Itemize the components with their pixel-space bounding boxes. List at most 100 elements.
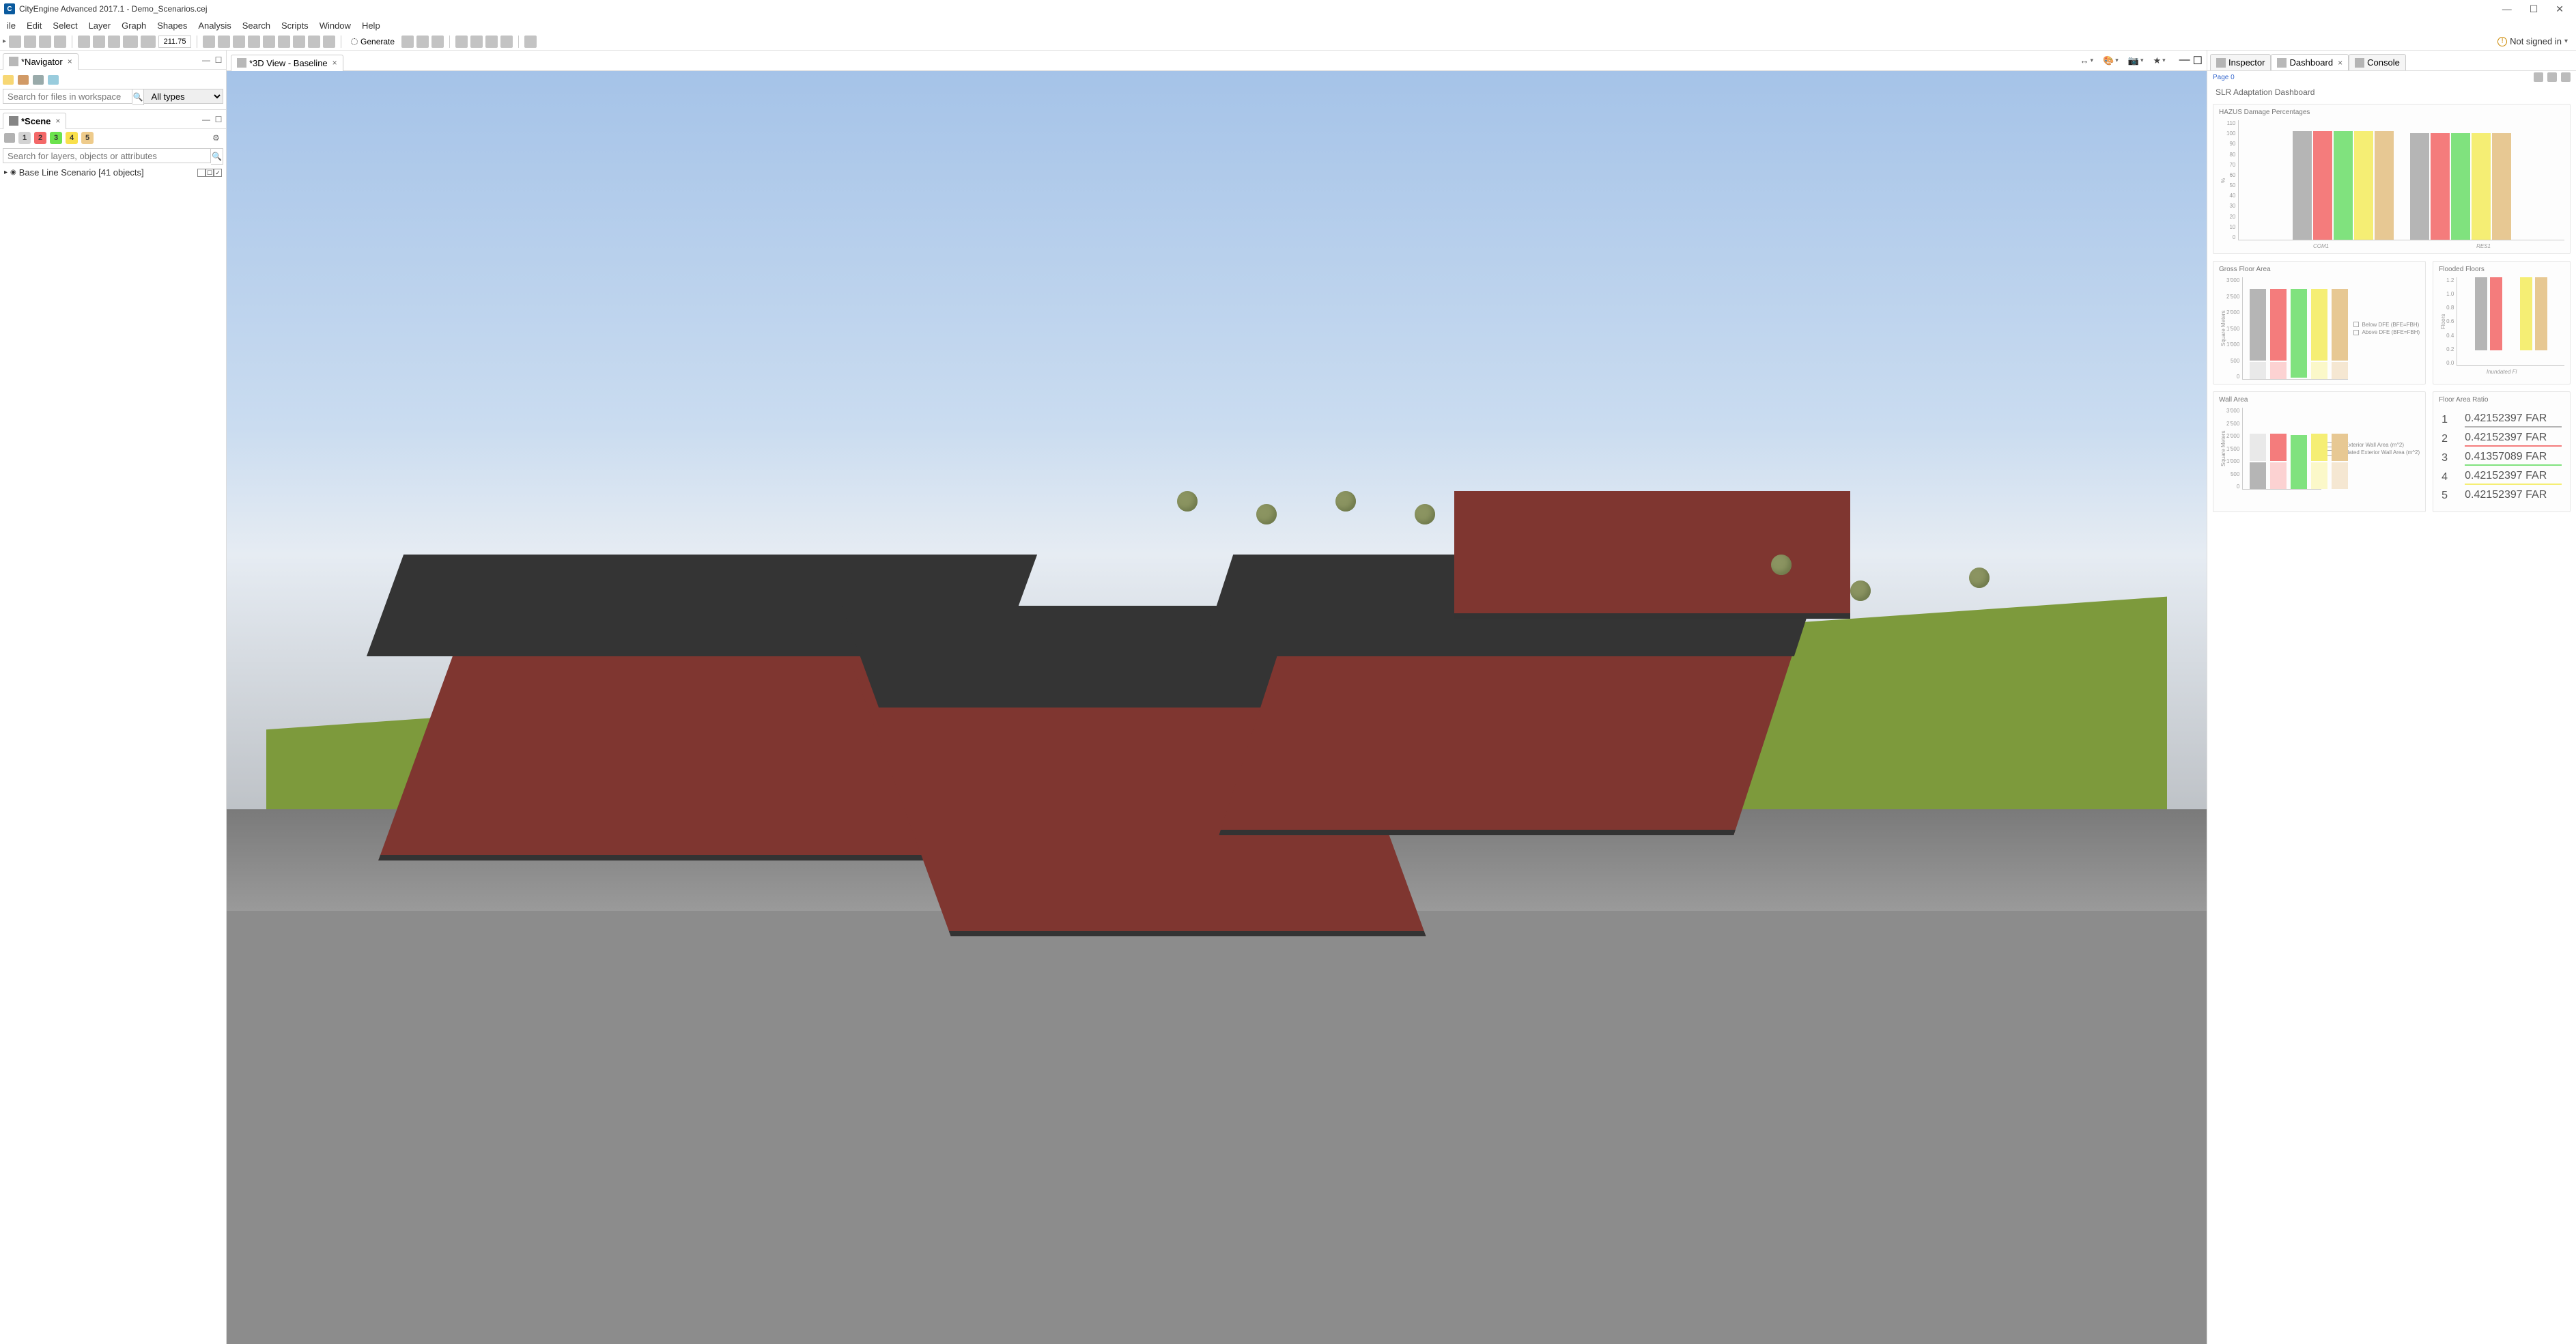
dashboard-config-icon[interactable] xyxy=(2534,72,2543,82)
chart-icon xyxy=(2277,58,2287,68)
close-icon[interactable]: × xyxy=(55,116,60,126)
scenario-2-badge[interactable]: 2 xyxy=(34,132,46,144)
lock-check[interactable]: ☐ xyxy=(206,169,214,177)
navigator-tab[interactable]: *Navigator × xyxy=(3,53,79,70)
menu-window[interactable]: Window xyxy=(314,19,356,32)
tool-snap-icon[interactable] xyxy=(123,36,138,48)
menu-file[interactable]: ile xyxy=(1,19,21,32)
minimize-button[interactable]: — xyxy=(2502,3,2512,15)
gfa-chart-card: Gross Floor Area Square Meters 3'0002'50… xyxy=(2213,261,2426,384)
expand-icon[interactable]: ▸ xyxy=(4,169,8,176)
view3d-header: *3D View - Baseline × ↔▾ 🎨▾ 📷▾ ★▾ — ☐ xyxy=(227,51,2207,71)
tool-edit-icon[interactable] xyxy=(278,36,290,48)
maximize-pane-icon[interactable]: ☐ xyxy=(214,55,223,65)
tool-export-icon[interactable] xyxy=(524,36,537,48)
scenario-4-badge[interactable]: 4 xyxy=(66,132,78,144)
scene-tree-item[interactable]: ▸ ◉ Base Line Scenario [41 objects] ☐ ✓ xyxy=(0,166,226,179)
bookmark-dropdown[interactable]: ★▾ xyxy=(2150,54,2168,68)
tool-merge-icon[interactable] xyxy=(308,36,320,48)
tool-view1-icon[interactable] xyxy=(455,36,468,48)
scenario-5-badge[interactable]: 5 xyxy=(81,132,94,144)
minimize-pane-icon[interactable]: — xyxy=(201,115,211,124)
view3d-tab[interactable]: *3D View - Baseline × xyxy=(231,55,343,71)
maximize-button[interactable]: ☐ xyxy=(2530,3,2538,15)
chart-title: HAZUS Damage Percentages xyxy=(2219,109,2564,116)
gear-icon[interactable]: ⚙ xyxy=(212,133,222,143)
tool-pause-icon[interactable] xyxy=(416,36,429,48)
menu-analysis[interactable]: Analysis xyxy=(193,19,236,32)
tool-scale-icon[interactable] xyxy=(54,36,66,48)
close-icon[interactable]: × xyxy=(2338,58,2343,68)
tool-view2-icon[interactable] xyxy=(470,36,483,48)
menu-search[interactable]: Search xyxy=(237,19,276,32)
visibility-check[interactable] xyxy=(197,169,206,177)
navigator-search-input[interactable] xyxy=(3,89,132,104)
inspector-tab[interactable]: Inspector xyxy=(2210,54,2271,70)
menu-help[interactable]: Help xyxy=(356,19,386,32)
scenario-1-badge[interactable]: 1 xyxy=(18,132,31,144)
close-icon[interactable]: × xyxy=(68,57,72,66)
camera-dropdown[interactable]: 📷▾ xyxy=(2125,54,2147,68)
minimize-pane-icon[interactable]: — xyxy=(201,55,211,65)
far-card: Floor Area Ratio 10.42152397 FAR 20.4215… xyxy=(2433,391,2571,512)
menu-graph[interactable]: Graph xyxy=(116,19,152,32)
scene-tab[interactable]: *Scene × xyxy=(3,113,66,129)
search-icon[interactable]: 🔍 xyxy=(132,89,144,105)
search-icon[interactable]: 🔍 xyxy=(211,148,223,165)
tool-circle-icon[interactable] xyxy=(263,36,275,48)
generate-button[interactable]: Generate xyxy=(347,36,399,48)
scene-header: *Scene × — ☐ xyxy=(0,110,226,129)
dashboard-refresh-icon[interactable] xyxy=(2547,72,2557,82)
minimize-pane-icon[interactable]: — xyxy=(2179,54,2190,68)
tool-move-icon[interactable] xyxy=(24,36,36,48)
navigator-filter-select[interactable]: All types xyxy=(143,89,223,104)
close-icon[interactable]: × xyxy=(332,58,337,68)
maximize-pane-icon[interactable]: ☐ xyxy=(2193,54,2203,68)
share-dropdown[interactable]: ↔▾ xyxy=(2078,54,2097,67)
tool-rect-icon[interactable] xyxy=(248,36,260,48)
tool-play-icon[interactable] xyxy=(401,36,414,48)
workspace: *Navigator × — ☐ 🔍 All types xyxy=(0,51,2576,1344)
right-panel: Inspector Dashboard × Console Page 0 SLR… xyxy=(2207,51,2576,1344)
signin-button[interactable]: Not signed in▾ xyxy=(2497,36,2573,46)
scene-search-input[interactable] xyxy=(3,148,211,163)
maximize-pane-icon[interactable]: ☐ xyxy=(214,115,223,124)
tool-undo-icon[interactable] xyxy=(78,36,90,48)
tool-axis-icon[interactable] xyxy=(141,36,156,48)
navigator-tab-label: *Navigator xyxy=(21,57,63,67)
render-dropdown[interactable]: 🎨▾ xyxy=(2100,54,2121,68)
dashboard-menu-icon[interactable] xyxy=(2561,72,2571,82)
page-link[interactable]: Page 0 xyxy=(2213,74,2235,81)
viewport-3d[interactable] xyxy=(227,71,2207,1344)
tool-redo-icon[interactable] xyxy=(93,36,105,48)
menu-edit[interactable]: Edit xyxy=(21,19,47,32)
left-panel: *Navigator × — ☐ 🔍 All types xyxy=(0,51,227,1344)
menu-layer[interactable]: Layer xyxy=(83,19,117,32)
numeric-input[interactable]: 211.75 xyxy=(158,36,191,48)
tool-select-icon[interactable] xyxy=(9,36,21,48)
new-folder-icon[interactable] xyxy=(3,75,14,85)
select-check[interactable]: ✓ xyxy=(214,169,222,177)
close-button[interactable]: ✕ xyxy=(2556,3,2564,15)
dashboard-tab[interactable]: Dashboard × xyxy=(2271,54,2349,70)
tool-step-icon[interactable] xyxy=(431,36,444,48)
tool-grid-icon[interactable] xyxy=(108,36,120,48)
tool-view3-icon[interactable] xyxy=(485,36,498,48)
menu-shapes[interactable]: Shapes xyxy=(152,19,193,32)
tool-view4-icon[interactable] xyxy=(500,36,513,48)
menu-scripts[interactable]: Scripts xyxy=(276,19,314,32)
tool-rotate-icon[interactable] xyxy=(39,36,51,48)
console-tab[interactable]: Console xyxy=(2349,54,2406,70)
cloud-icon[interactable] xyxy=(48,75,59,85)
tool-split-icon[interactable] xyxy=(293,36,305,48)
layer-stack-icon[interactable] xyxy=(4,133,15,143)
menu-select[interactable]: Select xyxy=(47,19,83,32)
tool-layer-icon[interactable] xyxy=(323,36,335,48)
globe-icon[interactable] xyxy=(33,75,44,85)
scenario-3-badge[interactable]: 3 xyxy=(50,132,62,144)
home-icon[interactable] xyxy=(18,75,29,85)
tool-polygon-icon[interactable] xyxy=(233,36,245,48)
tool-brush-icon[interactable] xyxy=(203,36,215,48)
tool-eraser-icon[interactable] xyxy=(218,36,230,48)
dashboard-body[interactable]: SLR Adaptation Dashboard HAZUS Damage Pe… xyxy=(2207,83,2576,1344)
